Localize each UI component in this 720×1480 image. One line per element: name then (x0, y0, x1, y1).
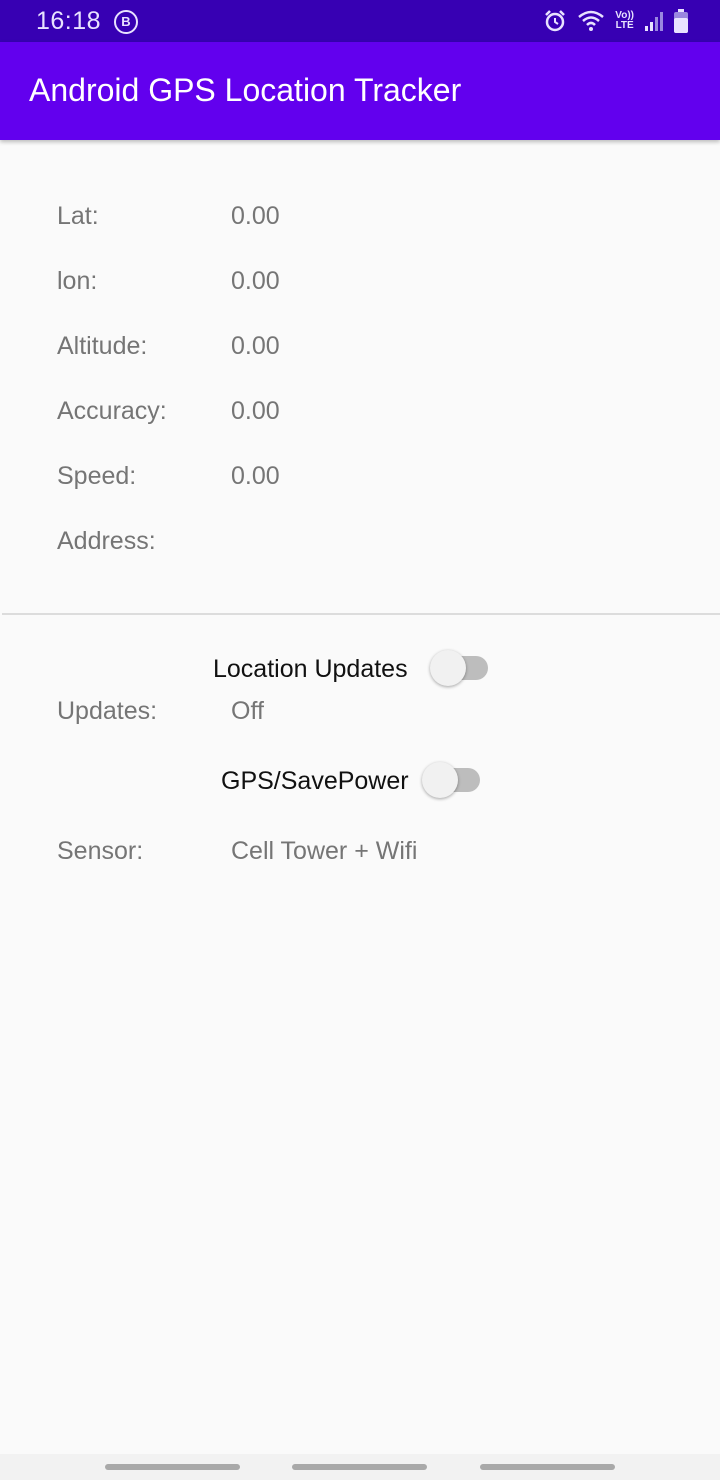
longitude-value: 0.00 (231, 267, 280, 295)
latitude-row: Lat: 0.00 (57, 202, 280, 231)
app-bar: Android GPS Location Tracker (0, 42, 720, 140)
switch-thumb (430, 650, 466, 686)
gps-savepower-label: GPS/SavePower (221, 767, 409, 795)
location-updates-switch[interactable] (430, 650, 490, 686)
status-bar: 16:18 B Vo)) LTE (0, 0, 720, 42)
volte-bottom-text: LTE (615, 20, 634, 31)
latitude-label: Lat: (57, 202, 99, 230)
updates-value: Off (231, 697, 264, 725)
nav-gesture-right[interactable] (480, 1464, 615, 1470)
longitude-label: lon: (57, 267, 98, 295)
altitude-value: 0.00 (231, 332, 280, 360)
status-icons: Vo)) LTE (543, 8, 688, 34)
altitude-row: Altitude: 0.00 (57, 332, 280, 361)
sensor-value: Cell Tower + Wifi (231, 837, 418, 865)
cell-signal-icon (645, 12, 663, 31)
speed-label: Speed: (57, 462, 137, 490)
alarm-icon (545, 10, 566, 32)
address-row: Address: (57, 527, 156, 556)
nav-gesture-left[interactable] (105, 1464, 240, 1470)
wifi-icon (578, 10, 605, 31)
section-divider (2, 613, 720, 615)
app-title: Android GPS Location Tracker (29, 72, 462, 108)
gps-savepower-switch[interactable] (422, 762, 482, 798)
latitude-value: 0.00 (231, 202, 280, 230)
nav-gesture-center[interactable] (292, 1464, 427, 1470)
switch-thumb (422, 762, 458, 798)
speed-value: 0.00 (231, 462, 280, 490)
sensor-row: Sensor: Cell Tower + Wifi (57, 837, 417, 866)
accuracy-row: Accuracy: 0.00 (57, 397, 280, 426)
notification-badge-icon: B (114, 10, 138, 34)
battery-icon (674, 9, 688, 33)
volte-icon: Vo)) LTE (615, 11, 634, 31)
location-updates-label: Location Updates (213, 655, 408, 683)
altitude-label: Altitude: (57, 332, 148, 360)
address-label: Address: (57, 527, 156, 555)
longitude-row: lon: 0.00 (57, 267, 280, 296)
updates-label: Updates: (57, 697, 158, 725)
accuracy-label: Accuracy: (57, 397, 167, 425)
navigation-bar (0, 1454, 720, 1480)
speed-row: Speed: 0.00 (57, 462, 280, 491)
status-time: 16:18 (36, 7, 102, 35)
accuracy-value: 0.00 (231, 397, 280, 425)
updates-row: Updates: Off (57, 697, 264, 726)
sensor-label: Sensor: (57, 837, 144, 865)
